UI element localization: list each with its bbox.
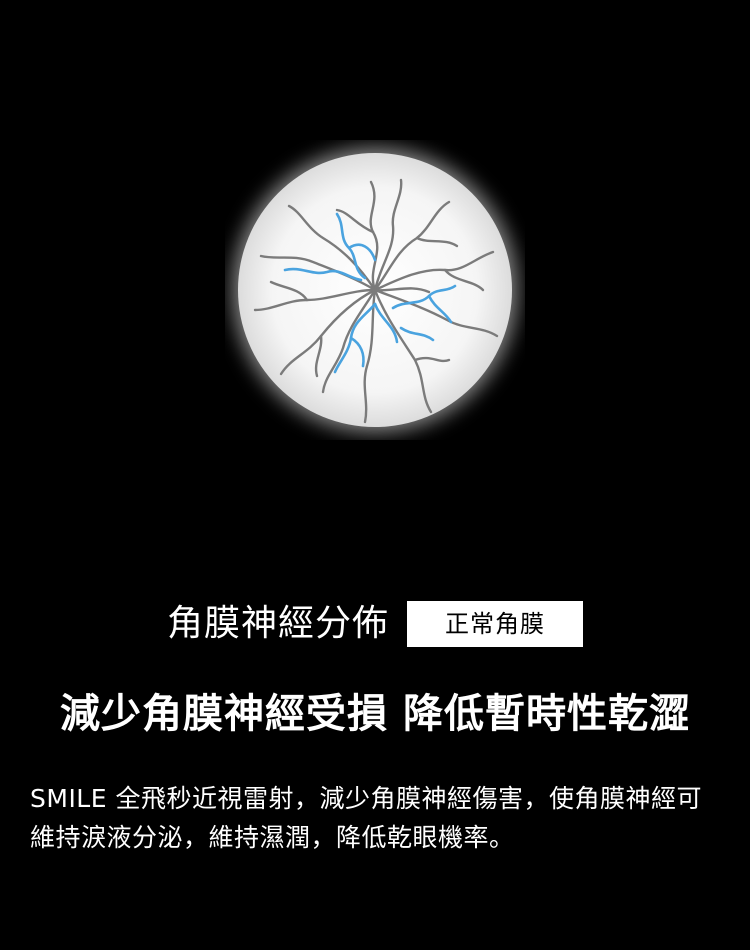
caption-row: 角膜神經分佈 正常角膜 — [0, 600, 750, 648]
cornea-illustration — [225, 140, 525, 440]
nerve-distribution-label: 角膜神經分佈 — [166, 603, 389, 644]
normal-cornea-badge: 正常角膜 — [407, 601, 583, 647]
headline: 減少角膜神經受損 降低暫時性乾澀 — [60, 691, 690, 737]
cornea-nerve-illustration-icon — [233, 148, 517, 432]
description-text: SMILE 全飛秒近視雷射，減少角膜神經傷害，使角膜神經可維持淚液分泌，維持濕潤… — [30, 784, 702, 852]
